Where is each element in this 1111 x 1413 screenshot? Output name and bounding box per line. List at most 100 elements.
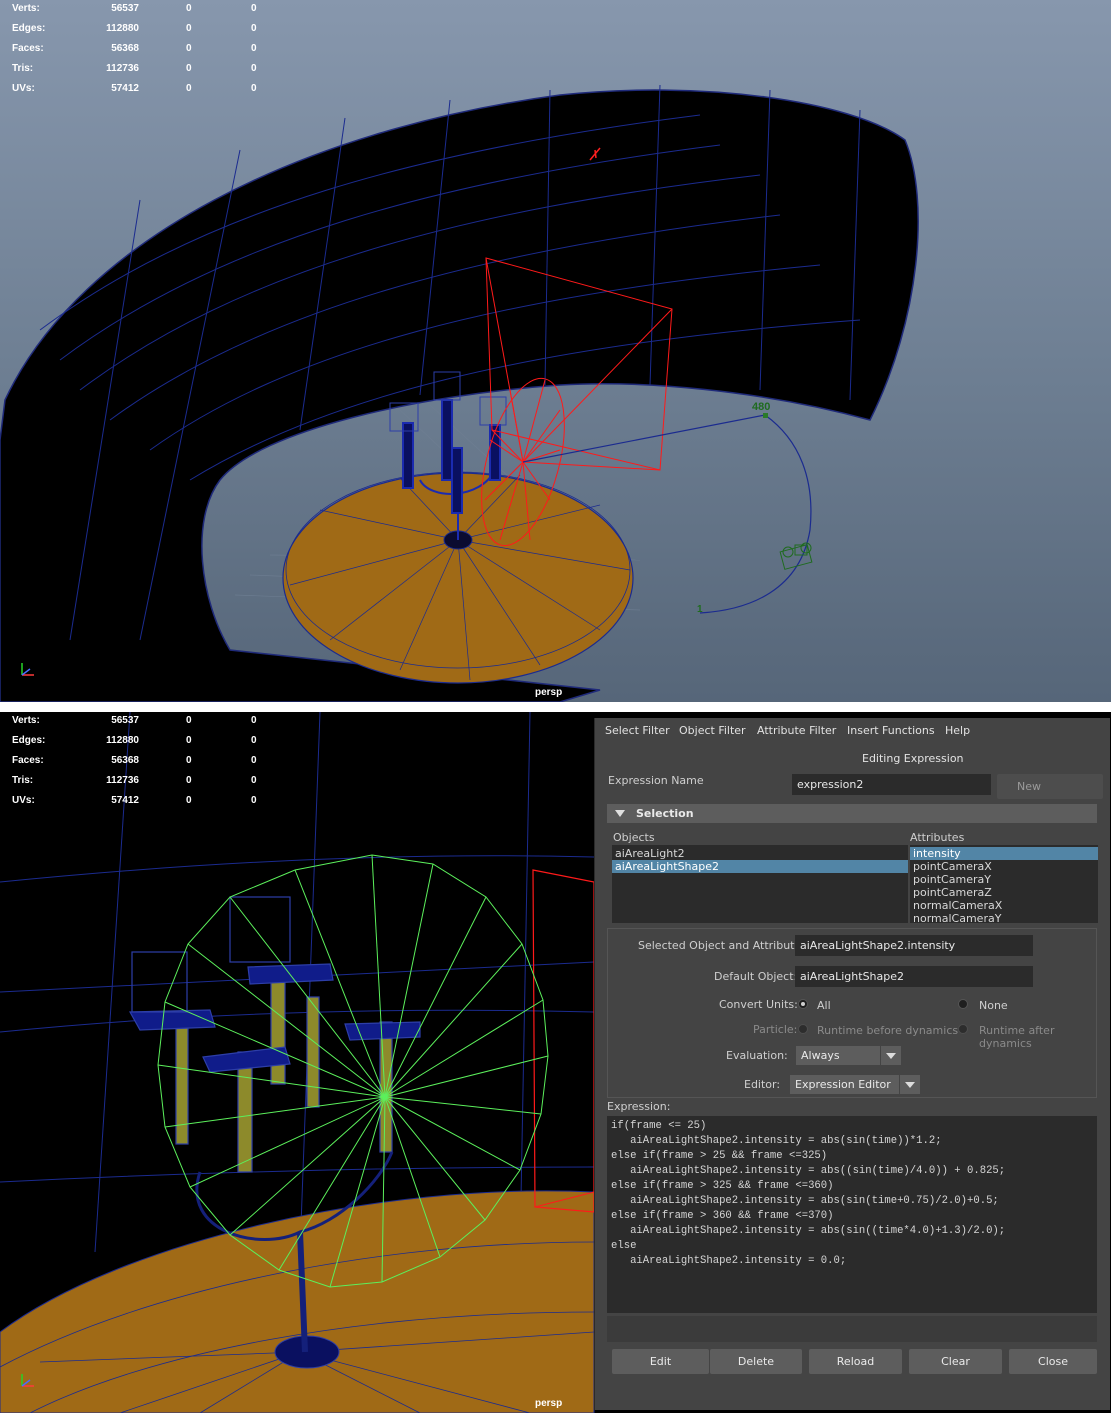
convert-units-none-radio[interactable] — [958, 999, 968, 1009]
hud-label: Tris: — [12, 775, 34, 786]
hud-v1: 112736 — [106, 775, 139, 786]
object-item-area-light-shape[interactable]: aiAreaLightShape2 — [612, 860, 908, 873]
objects-label: Objects — [613, 831, 655, 844]
hud-label: Edges: — [12, 23, 46, 34]
objects-list[interactable]: aiAreaLight2 aiAreaLightShape2 — [612, 845, 908, 923]
hud-v3: 0 — [251, 3, 257, 14]
hud-v1: 57412 — [111, 795, 139, 806]
disc-light-spoke — [384, 999, 544, 1098]
attribute-item-normal-camera-y[interactable]: normalCameraY — [910, 912, 1098, 923]
editor-title: Editing Expression — [862, 752, 964, 765]
reload-button[interactable]: Reload — [809, 1349, 902, 1374]
scene-top: 480 1 — [0, 84, 919, 702]
attribute-item-point-camera-z[interactable]: pointCameraZ — [910, 886, 1098, 899]
hud-v2: 0 — [186, 43, 192, 54]
disc-light-spoke — [384, 1096, 521, 1171]
hud-row: Edges: 112880 0 0 — [12, 735, 272, 749]
edit-button[interactable]: Edit — [612, 1349, 709, 1374]
camera-label-bottom: persp — [535, 1398, 563, 1409]
convert-units-none-label: None — [979, 999, 1008, 1012]
editor-type-dropdown[interactable]: Expression Editor — [790, 1075, 920, 1094]
camera-label: persp — [535, 687, 563, 698]
attribute-item-intensity[interactable]: intensity — [910, 847, 1098, 860]
table-top-close — [0, 1190, 595, 1413]
expression-label: Expression: — [607, 1100, 671, 1113]
menu-object-filter[interactable]: Object Filter — [679, 724, 746, 737]
hud-label: Verts: — [12, 715, 40, 726]
hud-row: Faces: 56368 0 0 — [12, 43, 272, 57]
convert-units-label: Convert Units: — [719, 998, 798, 1011]
hud-v2: 0 — [186, 83, 192, 94]
particle-after-radio[interactable] — [958, 1024, 968, 1034]
expression-text-area[interactable]: if(frame <= 25) aiAreaLightShape2.intens… — [607, 1116, 1097, 1313]
disc-light-spoke — [371, 854, 386, 1098]
hud-label: Faces: — [12, 43, 44, 54]
hud-v2: 0 — [186, 795, 192, 806]
default-object-label: Default Object: — [714, 970, 798, 983]
hud-label: Faces: — [12, 755, 44, 766]
hud-label: UVs: — [12, 795, 35, 806]
disc-light-spoke — [384, 863, 434, 1098]
hud-v3: 0 — [251, 63, 257, 74]
convert-units-all-radio[interactable] — [798, 999, 808, 1009]
hud-v1: 56537 — [111, 715, 139, 726]
hud-v2: 0 — [186, 775, 192, 786]
area-light-frame-close — [532, 869, 595, 1213]
hud-v1: 112880 — [106, 23, 139, 34]
attribute-item-normal-camera-x[interactable]: normalCameraX — [910, 899, 1098, 912]
hud-v1: 56368 — [111, 43, 139, 54]
hud-v2: 0 — [186, 755, 192, 766]
particle-before-radio[interactable] — [798, 1024, 808, 1034]
object-item-area-light[interactable]: aiAreaLight2 — [612, 847, 908, 860]
camera-icon — [779, 542, 813, 570]
disc-light-spoke — [384, 943, 523, 1098]
hud-row: Verts: 56537 0 0 — [12, 3, 272, 17]
hud-v2: 0 — [186, 3, 192, 14]
expression-text-area-bottom — [607, 1316, 1097, 1342]
editor-label: Editor: — [744, 1078, 781, 1091]
selected-object-attribute-field[interactable]: aiAreaLightShape2.intensity — [795, 935, 1033, 956]
selection-section-header[interactable]: Selection — [607, 804, 1097, 823]
frame-marker-480: 480 — [752, 401, 770, 413]
evaluation-label: Evaluation: — [726, 1049, 788, 1062]
attribute-item-point-camera-x[interactable]: pointCameraX — [910, 860, 1098, 873]
attributes-list[interactable]: intensity pointCameraX pointCameraY poin… — [910, 845, 1098, 923]
menu-attribute-filter[interactable]: Attribute Filter — [757, 724, 836, 737]
hud-label: Edges: — [12, 735, 46, 746]
menu-select-filter[interactable]: Select Filter — [605, 724, 670, 737]
expression-name-field[interactable]: expression2 — [792, 774, 991, 795]
close-button[interactable]: Close — [1009, 1349, 1097, 1374]
hud-row: Tris: 112736 0 0 — [12, 63, 272, 77]
collapse-arrow-icon — [615, 810, 625, 817]
hud-row: Verts: 56537 0 0 — [12, 715, 272, 729]
delete-button[interactable]: Delete — [710, 1349, 802, 1374]
hud-v3: 0 — [251, 43, 257, 54]
hud-label: Tris: — [12, 63, 34, 74]
hud-v3: 0 — [251, 715, 257, 726]
selected-object-attribute-label: Selected Object and Attribute: — [638, 939, 805, 952]
clear-button[interactable]: Clear — [909, 1349, 1002, 1374]
hud-v3: 0 — [251, 735, 257, 746]
hud-v1: 112880 — [106, 735, 139, 746]
hud-v1: 57412 — [111, 83, 139, 94]
expression-editor-window[interactable]: Select Filter Object Filter Attribute Fi… — [594, 718, 1110, 1410]
menu-insert-functions[interactable]: Insert Functions — [847, 724, 935, 737]
hud-v3: 0 — [251, 795, 257, 806]
hud-v3: 0 — [251, 83, 257, 94]
hud-label: Verts: — [12, 3, 40, 14]
particle-after-label: Runtime after dynamics — [979, 1024, 1055, 1050]
default-object-field[interactable]: aiAreaLightShape2 — [795, 966, 1033, 987]
menu-help[interactable]: Help — [945, 724, 970, 737]
hud-v2: 0 — [186, 63, 192, 74]
attribute-item-point-camera-y[interactable]: pointCameraY — [910, 873, 1098, 886]
convert-units-all-label: All — [817, 999, 831, 1012]
hud-v1: 112736 — [106, 63, 139, 74]
disc-light-spoke — [384, 896, 487, 1098]
evaluation-dropdown[interactable]: Always — [796, 1046, 901, 1065]
perspective-viewport-top[interactable]: 480 1 Verts: 56537 0 0 Edges: 112880 0 0 Faces: 5… — [0, 0, 1111, 702]
hud-v3: 0 — [251, 775, 257, 786]
new-expression-button[interactable]: New Expression — [997, 774, 1103, 818]
editor-type-value: Expression Editor — [795, 1078, 891, 1091]
hud-label: UVs: — [12, 83, 35, 94]
hud-v2: 0 — [186, 715, 192, 726]
